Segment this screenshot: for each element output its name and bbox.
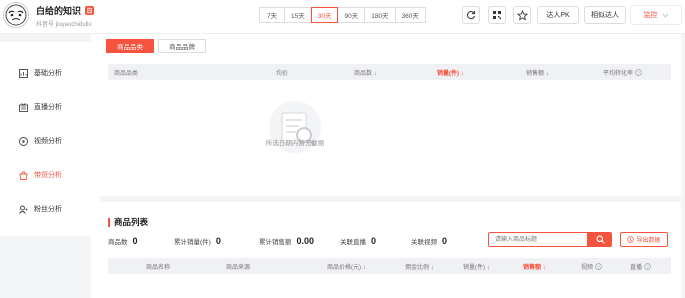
sidebar-item-label: 粉丝分析 bbox=[34, 206, 62, 213]
sidebar-item-fans[interactable]: 粉丝分析 bbox=[0, 194, 100, 224]
title-accent-bar bbox=[108, 217, 110, 227]
product-table-header: 商品名称 商品来源 商品价格(元) ↓ 佣金比例 ↓ 销量(件) ↓ 销售额 ↓… bbox=[108, 258, 671, 274]
empty-data-text: 所选日期内暂无数据 bbox=[265, 140, 325, 147]
column-header: 视频 bbox=[581, 264, 594, 271]
monitor-label: 监控 bbox=[643, 12, 658, 19]
column-header[interactable]: 销量(件) ↓ bbox=[463, 258, 490, 274]
sidebar-item-sales[interactable]: 带货分析 bbox=[0, 160, 100, 190]
stat-value: 0.00 bbox=[296, 236, 315, 246]
column-header-video: 视频 ? bbox=[581, 258, 602, 274]
svg-text:?: ? bbox=[646, 264, 649, 269]
tab-category[interactable]: 商品品类 bbox=[106, 39, 154, 53]
stat-label: 关联直播 bbox=[340, 239, 366, 246]
stat-related-live: 关联直播 0 bbox=[340, 236, 376, 246]
pk-button[interactable]: 达人PK bbox=[537, 6, 579, 24]
refresh-button[interactable] bbox=[462, 6, 480, 24]
stat-label: 累计销量(件) bbox=[174, 239, 211, 246]
chevron-down-icon bbox=[662, 13, 668, 17]
period-selector: 7天 15天 30天 90天 180天 360天 bbox=[259, 7, 426, 23]
period-30d[interactable]: 30天 bbox=[310, 7, 339, 23]
account-name: 白给的知识 bbox=[36, 6, 82, 16]
stat-total-sales-amount: 累计销售额 0.00 bbox=[259, 236, 314, 246]
stat-label: 商品数 bbox=[108, 239, 128, 246]
section-title-text: 商品列表 bbox=[114, 217, 149, 227]
column-header-live: 直播 ? bbox=[630, 258, 651, 274]
sidebar-item-label: 直播分析 bbox=[34, 104, 62, 111]
stat-label: 累计销售额 bbox=[259, 239, 292, 246]
cartoon-face-icon bbox=[5, 4, 27, 26]
search-icon bbox=[595, 235, 605, 244]
export-label: 导出数据 bbox=[636, 238, 661, 244]
stat-related-video: 关联视频 0 bbox=[411, 236, 447, 246]
sidebar-item-basic[interactable]: 基础分析 bbox=[0, 58, 100, 88]
stat-label: 关联视频 bbox=[411, 239, 437, 246]
video-analysis-icon bbox=[19, 136, 28, 146]
export-icon bbox=[627, 236, 635, 243]
sidebar-item-video[interactable]: 视频分析 bbox=[0, 126, 100, 156]
top-header: 白给的知识 日 抖音号 jiuyaochiduilu 7天 15天 30天 90… bbox=[0, 0, 685, 34]
sales-analysis-icon bbox=[19, 170, 28, 180]
stat-total-sales-volume: 累计销量(件) 0 bbox=[174, 236, 221, 246]
qrcode-icon bbox=[493, 11, 501, 19]
column-header[interactable]: 销售额 ↓ bbox=[526, 64, 549, 80]
stat-value: 0 bbox=[442, 236, 448, 246]
column-header: 平均转化率 bbox=[603, 70, 634, 77]
similar-button[interactable]: 相似达人 bbox=[584, 6, 626, 24]
account-tag-icon: 日 bbox=[85, 6, 95, 15]
sidebar: 基础分析 直播分析 视频分析 带货分析 粉丝分析 bbox=[0, 42, 100, 236]
period-7d[interactable]: 7天 bbox=[259, 7, 285, 23]
column-header[interactable]: 销售额 ↓ bbox=[523, 258, 546, 274]
column-header: 商品品类 bbox=[114, 70, 139, 77]
column-header[interactable]: 销量(件) ↓ bbox=[437, 64, 464, 80]
period-180d[interactable]: 180天 bbox=[364, 7, 396, 23]
column-header: 直播 bbox=[630, 264, 643, 271]
stat-value: 0 bbox=[132, 236, 138, 246]
stat-value: 0 bbox=[215, 236, 221, 246]
live-analysis-icon bbox=[19, 102, 28, 112]
product-search-input[interactable] bbox=[488, 232, 588, 247]
help-icon[interactable]: ? bbox=[635, 68, 642, 76]
qrcode-button[interactable] bbox=[488, 6, 506, 24]
sidebar-item-label: 带货分析 bbox=[34, 172, 62, 179]
category-table-header: 商品品类 均价 商品数 ↓ 销量(件) ↓ 销售额 ↓ 平均转化率 ? bbox=[108, 64, 671, 80]
period-90d[interactable]: 90天 bbox=[337, 7, 366, 23]
svg-text:?: ? bbox=[637, 70, 640, 75]
svg-text:?: ? bbox=[597, 264, 600, 269]
help-icon[interactable]: ? bbox=[644, 262, 651, 270]
fans-analysis-icon bbox=[19, 205, 28, 214]
favorite-button[interactable] bbox=[513, 6, 531, 24]
stat-product-count: 商品数 0 bbox=[108, 236, 138, 246]
monitor-button[interactable]: 监控 bbox=[630, 5, 682, 25]
avatar[interactable] bbox=[3, 2, 29, 28]
help-icon[interactable]: ? bbox=[595, 262, 602, 270]
sidebar-item-label: 视频分析 bbox=[34, 138, 62, 145]
period-15d[interactable]: 15天 bbox=[284, 7, 312, 23]
star-icon bbox=[516, 9, 528, 20]
export-button[interactable]: 导出数据 bbox=[620, 232, 668, 247]
column-header: 商品名称 bbox=[146, 264, 171, 271]
column-header-conversion: 平均转化率 ? bbox=[603, 64, 642, 80]
column-header: 商品来源 bbox=[226, 264, 251, 271]
basic-analysis-icon bbox=[19, 68, 28, 78]
column-header[interactable]: 商品数 ↓ bbox=[354, 64, 377, 80]
product-list-title: 商品列表 bbox=[108, 216, 148, 228]
account-name-row: 白给的知识 日 bbox=[36, 4, 95, 17]
column-header[interactable]: 佣金比例 ↓ bbox=[405, 258, 434, 274]
period-360d[interactable]: 360天 bbox=[394, 7, 426, 23]
empty-data-illustration bbox=[269, 101, 321, 153]
column-header: 均价 bbox=[276, 70, 289, 77]
stat-value: 0 bbox=[371, 236, 377, 246]
search-button[interactable] bbox=[588, 232, 612, 247]
refresh-icon bbox=[467, 11, 476, 20]
tab-brand[interactable]: 商品品牌 bbox=[158, 39, 206, 53]
sidebar-item-label: 基础分析 bbox=[34, 70, 62, 77]
account-id: 抖音号 jiuyaochiduilu bbox=[36, 22, 92, 28]
category-card: 商品品类 商品品牌 商品品类 均价 商品数 ↓ 销量(件) ↓ 销售额 ↓ 平均… bbox=[91, 34, 681, 196]
column-header[interactable]: 商品价格(元) ↓ bbox=[327, 258, 366, 274]
product-list-card: 商品列表 商品数 0 累计销量(件) 0 累计销售额 0.00 关联直播 0 关… bbox=[91, 202, 681, 298]
sidebar-item-live[interactable]: 直播分析 bbox=[0, 92, 100, 122]
